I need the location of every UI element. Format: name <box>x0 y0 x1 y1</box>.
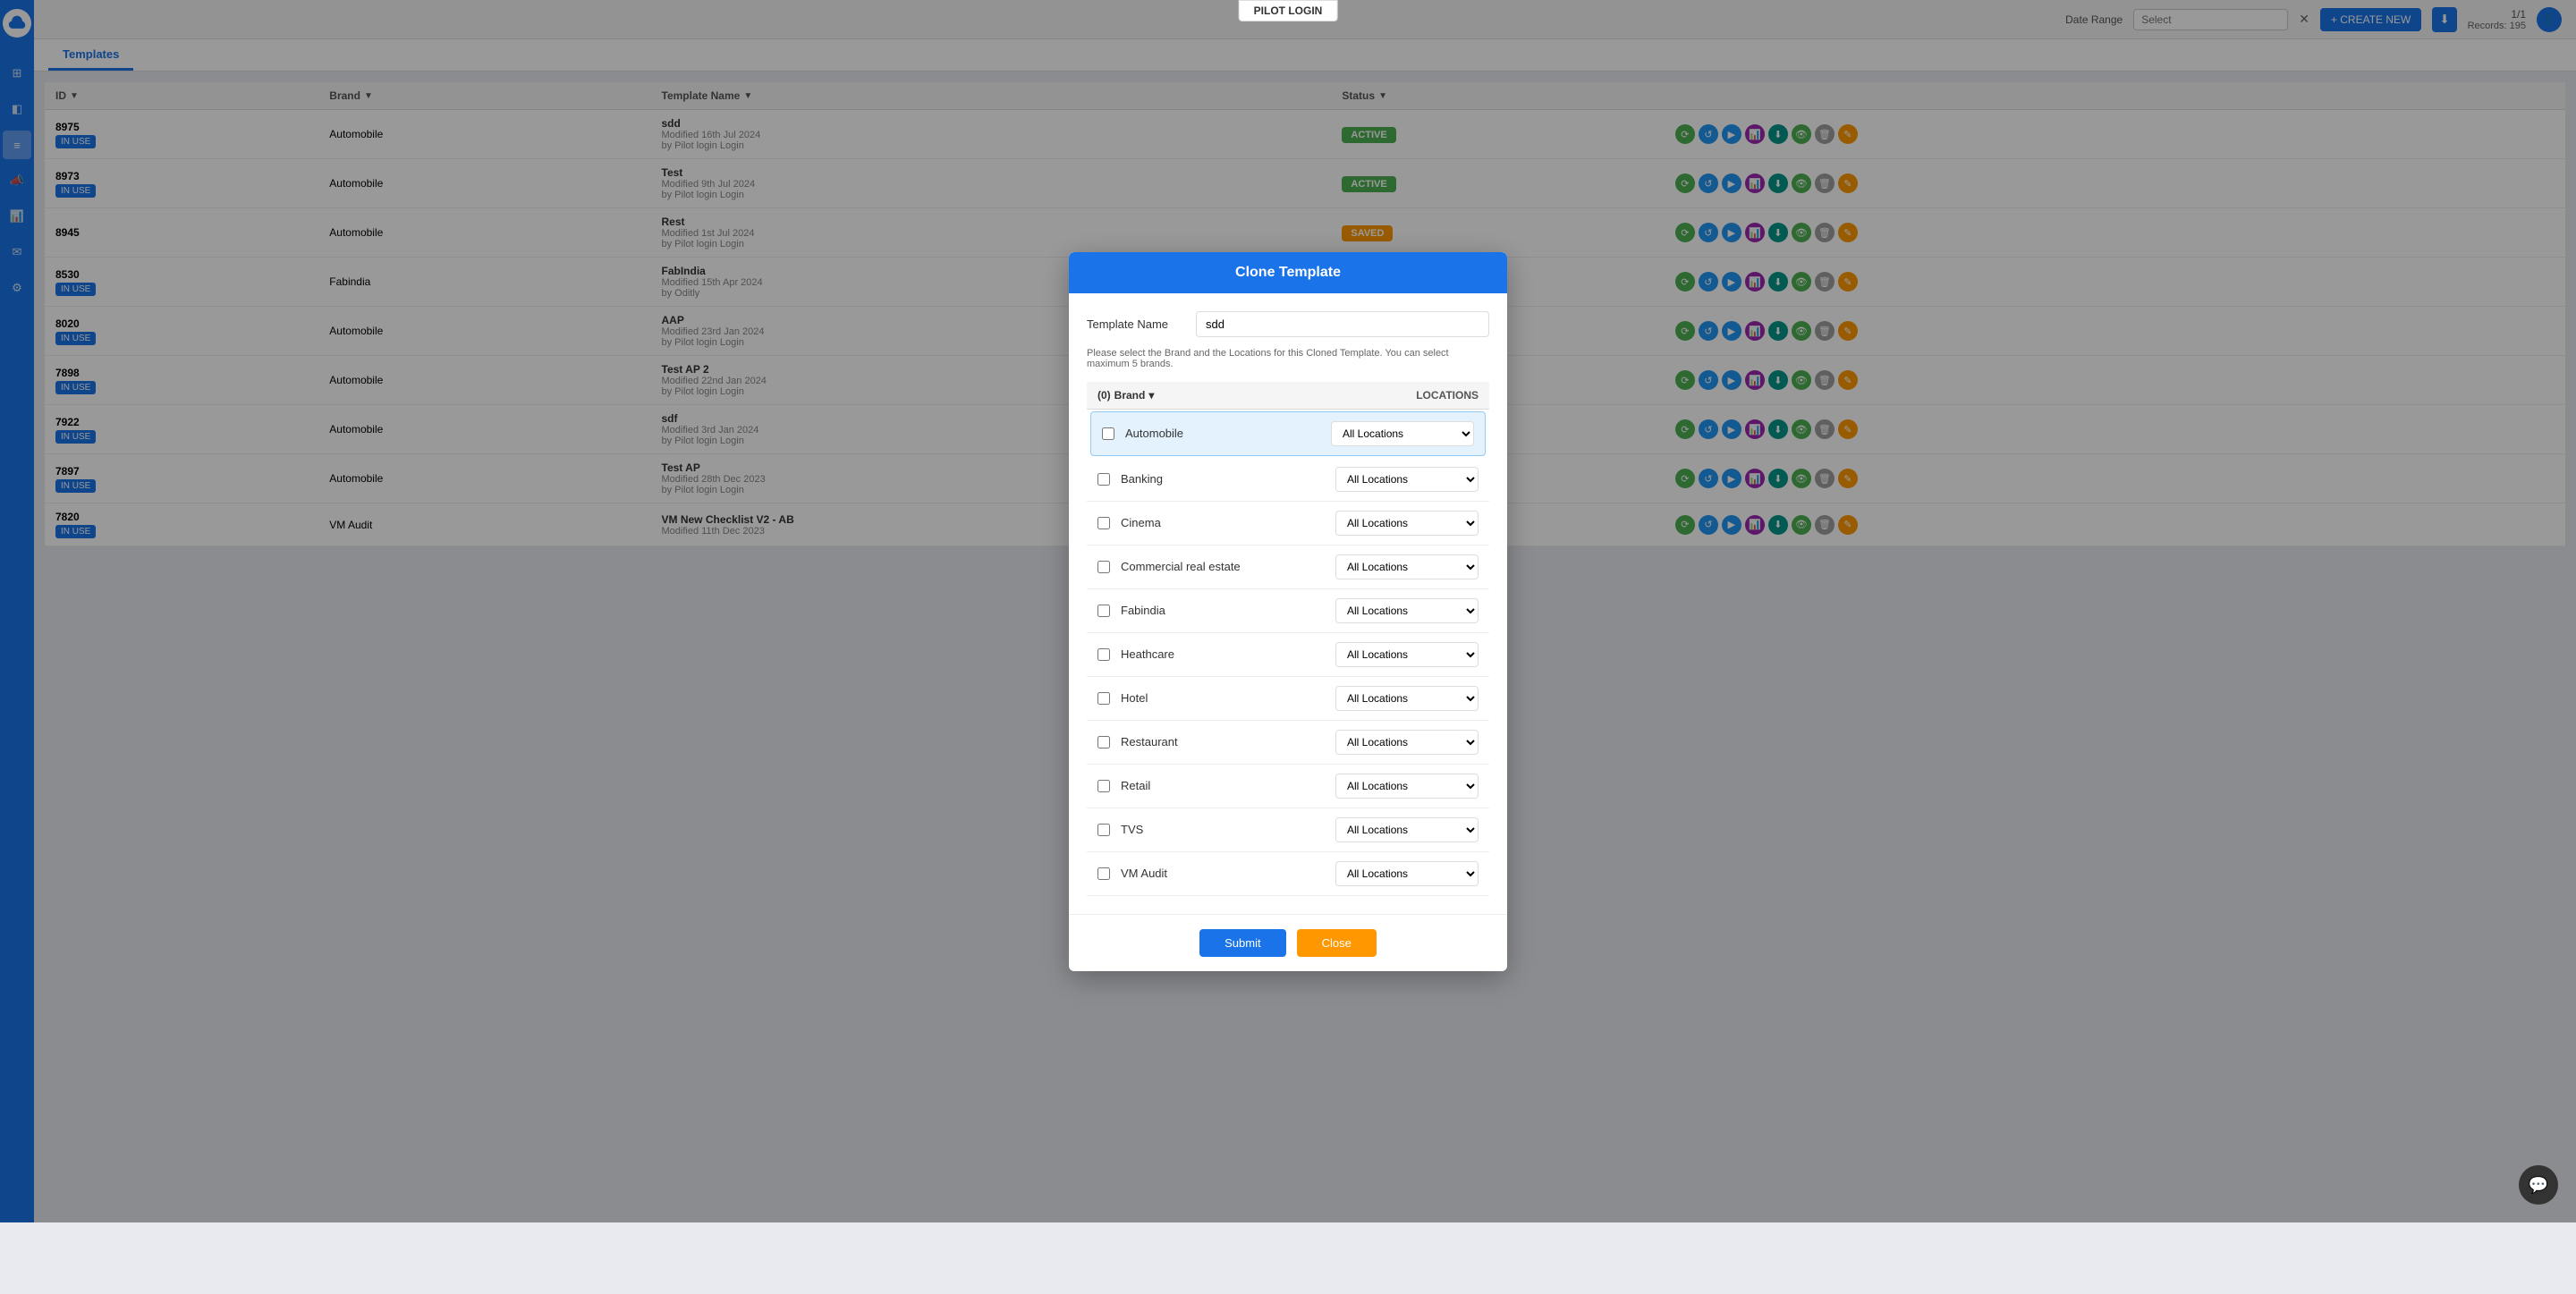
brand-name: Banking <box>1121 472 1325 486</box>
brand-row: Restaurant All Locations <box>1087 721 1489 765</box>
brand-checkbox[interactable] <box>1097 473 1110 486</box>
brand-checkbox[interactable] <box>1102 427 1114 440</box>
brand-name: Hotel <box>1121 691 1325 705</box>
brand-checkbox[interactable] <box>1097 692 1110 705</box>
brand-list: Automobile All Locations Banking All Loc… <box>1087 411 1489 896</box>
brand-checkbox[interactable] <box>1097 517 1110 529</box>
brand-count: (0) <box>1097 389 1111 402</box>
location-select[interactable]: All Locations <box>1335 774 1479 799</box>
brand-row: Banking All Locations <box>1087 458 1489 502</box>
location-select[interactable]: All Locations <box>1335 642 1479 667</box>
close-button[interactable]: Close <box>1297 929 1377 957</box>
brand-name: VM Audit <box>1121 867 1325 880</box>
location-select[interactable]: All Locations <box>1335 861 1479 886</box>
brand-row: TVS All Locations <box>1087 808 1489 852</box>
pilot-login-bar: PILOT LOGIN <box>1239 0 1338 21</box>
chat-button[interactable]: 💬 <box>2519 1165 2558 1205</box>
modal-body: Template Name Please select the Brand an… <box>1069 293 1507 914</box>
brand-row: Retail All Locations <box>1087 765 1489 808</box>
brand-row: Fabindia All Locations <box>1087 589 1489 633</box>
template-name-input[interactable] <box>1196 311 1489 337</box>
location-select[interactable]: All Locations <box>1335 554 1479 579</box>
brand-checkbox[interactable] <box>1097 561 1110 573</box>
brand-chevron-icon: ▾ <box>1148 389 1154 402</box>
brand-checkbox[interactable] <box>1097 605 1110 617</box>
brand-row: VM Audit All Locations <box>1087 852 1489 896</box>
brand-label: Brand <box>1114 389 1146 402</box>
location-select[interactable]: All Locations <box>1335 598 1479 623</box>
brand-row: Automobile All Locations <box>1090 411 1486 456</box>
hint-text: Please select the Brand and the Location… <box>1087 348 1489 369</box>
brand-name: Restaurant <box>1121 735 1325 748</box>
location-select[interactable]: All Locations <box>1331 421 1474 446</box>
brand-name: Commercial real estate <box>1121 560 1325 573</box>
locations-header-label: LOCATIONS <box>1416 389 1479 402</box>
modal-footer: Submit Close <box>1069 914 1507 971</box>
location-select[interactable]: All Locations <box>1335 686 1479 711</box>
brand-name: Retail <box>1121 779 1325 792</box>
brand-checkbox[interactable] <box>1097 867 1110 880</box>
location-select[interactable]: All Locations <box>1335 467 1479 492</box>
brand-row: Hotel All Locations <box>1087 677 1489 721</box>
brand-name: Cinema <box>1121 516 1325 529</box>
template-name-row: Template Name <box>1087 311 1489 337</box>
brand-name: Automobile <box>1125 427 1320 440</box>
brand-row: Heathcare All Locations <box>1087 633 1489 677</box>
brand-checkbox[interactable] <box>1097 736 1110 748</box>
location-select[interactable]: All Locations <box>1335 817 1479 842</box>
submit-button[interactable]: Submit <box>1199 929 1285 957</box>
location-select[interactable]: All Locations <box>1335 511 1479 536</box>
clone-template-modal: Clone Template Template Name Please sele… <box>1069 252 1507 971</box>
brand-dropdown[interactable]: (0) Brand ▾ <box>1097 389 1154 402</box>
brand-header: (0) Brand ▾ LOCATIONS <box>1087 382 1489 410</box>
brand-name: TVS <box>1121 823 1325 836</box>
brand-name: Heathcare <box>1121 647 1325 661</box>
modal-overlay[interactable]: Clone Template Template Name Please sele… <box>0 0 2576 1222</box>
brand-name: Fabindia <box>1121 604 1325 617</box>
brand-row: Cinema All Locations <box>1087 502 1489 546</box>
brand-checkbox[interactable] <box>1097 648 1110 661</box>
location-select[interactable]: All Locations <box>1335 730 1479 755</box>
brand-checkbox[interactable] <box>1097 780 1110 792</box>
brand-row: Commercial real estate All Locations <box>1087 546 1489 589</box>
modal-header: Clone Template <box>1069 252 1507 293</box>
template-name-label: Template Name <box>1087 317 1185 331</box>
brand-checkbox[interactable] <box>1097 824 1110 836</box>
